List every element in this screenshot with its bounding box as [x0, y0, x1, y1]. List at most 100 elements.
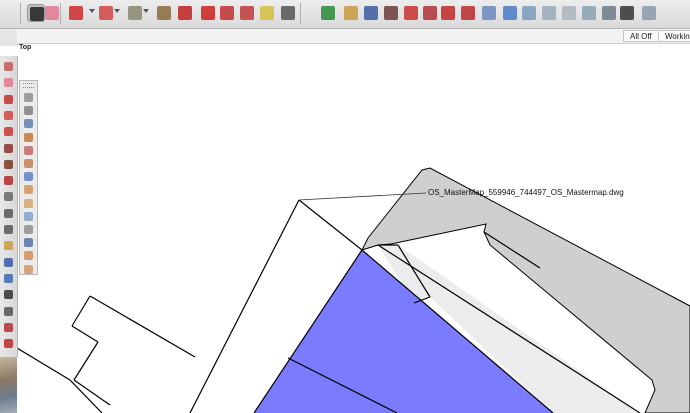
- chevron-down-icon[interactable]: [89, 9, 95, 13]
- follow-me-tool-button[interactable]: [2, 158, 15, 171]
- display-section-tool-button[interactable]: [2, 337, 15, 350]
- styles-tool-button[interactable]: [459, 4, 477, 22]
- chevron-down-icon[interactable]: [143, 9, 149, 13]
- style-textured-tool-button[interactable]: [600, 4, 618, 22]
- smoove-tool-button[interactable]: [22, 210, 35, 223]
- zoom-magnifier-icon: [364, 6, 378, 20]
- zoom-window-tool-button[interactable]: [2, 272, 15, 285]
- select-arrow-icon: [30, 7, 44, 21]
- extension-icon: [441, 6, 455, 20]
- zoom-tool-button[interactable]: [362, 4, 380, 22]
- dimension-tool-button[interactable]: [22, 91, 35, 104]
- style-shaded-tool-button[interactable]: [580, 4, 598, 22]
- paint-icon: [24, 145, 33, 155]
- scene-tabs-bar: All Off Working: [17, 29, 690, 44]
- offset-tool-button[interactable]: [176, 4, 194, 22]
- offset-tool-button[interactable]: [2, 174, 15, 187]
- add-detail-tool-button[interactable]: [22, 236, 35, 249]
- chevron-down-icon[interactable]: [114, 9, 120, 13]
- rectangle-tool-button[interactable]: [126, 4, 144, 22]
- paint-bucket-icon: [4, 62, 13, 71]
- terrain-tool-button[interactable]: [22, 170, 35, 183]
- grid-tool-button[interactable]: [22, 249, 35, 262]
- contour-tool-button[interactable]: [22, 263, 35, 276]
- look-around-tool-button[interactable]: [2, 305, 15, 318]
- zoom-magnifier-icon: [4, 257, 13, 267]
- axes-icon: [24, 119, 33, 129]
- line-tool-button[interactable]: [67, 4, 85, 22]
- axes-tool-button[interactable]: [22, 117, 35, 130]
- material-tool-button[interactable]: [22, 131, 35, 144]
- pan-tool-button[interactable]: [2, 239, 15, 252]
- style-hidden-line-tool-button[interactable]: [560, 4, 578, 22]
- walk-tool-button[interactable]: [2, 288, 15, 301]
- section-plane-tool-button[interactable]: [2, 321, 15, 334]
- toolbar-separator: [20, 3, 21, 24]
- protractor-tool-button[interactable]: [22, 104, 35, 117]
- eraser-icon: [45, 6, 59, 20]
- tape-measure-tool-button[interactable]: [258, 4, 276, 22]
- paint-tool-button[interactable]: [22, 144, 35, 157]
- rotate-tool-button[interactable]: [218, 4, 236, 22]
- eraser-tool-button[interactable]: [43, 4, 61, 22]
- section-tool-button[interactable]: [501, 4, 519, 22]
- follow-me-icon: [4, 159, 13, 169]
- monochrome-cube-icon: [620, 6, 634, 20]
- stamp-tool-button[interactable]: [22, 183, 35, 196]
- eraser-tool-button[interactable]: [2, 76, 15, 89]
- drape-tool-button[interactable]: [22, 197, 35, 210]
- stamp-icon: [24, 185, 33, 195]
- push-pull-tool-button[interactable]: [2, 142, 15, 155]
- pencil-icon: [4, 94, 13, 104]
- add-detail-icon: [24, 238, 33, 248]
- style-wireframe-tool-button[interactable]: [540, 4, 558, 22]
- scale-tool-button[interactable]: [238, 4, 256, 22]
- zoom-extents-tool-button[interactable]: [382, 4, 400, 22]
- wireframe-cube-icon: [542, 6, 556, 20]
- pan-hand-icon: [344, 6, 358, 20]
- offset-icon: [4, 176, 13, 186]
- arc-icon: [4, 110, 13, 120]
- component-label[interactable]: OS_MasterMap_559946_744497_OS_Mastermap.…: [428, 188, 624, 197]
- warehouse-tool-button[interactable]: [421, 4, 439, 22]
- paint-tool-button[interactable]: [2, 223, 15, 236]
- sandbox-icon: [24, 159, 33, 168]
- toolbar-separator: [60, 3, 61, 24]
- move-tool-button[interactable]: [199, 4, 217, 22]
- text-tool-button[interactable]: [279, 4, 297, 22]
- style-xray-tool-button[interactable]: [520, 4, 538, 22]
- extension-tool-button[interactable]: [439, 4, 457, 22]
- style-extra-tool-button[interactable]: [640, 4, 658, 22]
- push-pull-tool-button[interactable]: [155, 4, 173, 22]
- toolbar-corner: [0, 29, 18, 46]
- arc-tool-button[interactable]: [2, 109, 15, 122]
- drawing-viewport[interactable]: [17, 43, 690, 413]
- text-tool-button[interactable]: [2, 207, 15, 220]
- paint-icon: [4, 225, 13, 234]
- arc-tool-button[interactable]: [97, 4, 115, 22]
- orbit-tool-button[interactable]: [319, 4, 337, 22]
- freehand-tool-button[interactable]: [2, 125, 15, 138]
- push-pull-icon: [4, 143, 13, 153]
- zoom-tool-button[interactable]: [2, 256, 15, 269]
- scene-tab-working[interactable]: Working: [658, 30, 690, 42]
- components-tool-button[interactable]: [402, 4, 420, 22]
- paint-bucket-tool-button[interactable]: [2, 60, 15, 73]
- pan-tool-button[interactable]: [342, 4, 360, 22]
- pencil-tool-button[interactable]: [2, 93, 15, 106]
- textured-cube-icon: [602, 6, 616, 20]
- sandbox-tool-button[interactable]: [22, 157, 35, 170]
- tape-measure-icon: [260, 6, 274, 20]
- palette-grip-handle[interactable]: [23, 83, 34, 88]
- footprints-icon: [4, 290, 13, 300]
- rotate-icon: [220, 6, 234, 20]
- drape-icon: [24, 198, 33, 208]
- zoom-extents-icon: [384, 6, 398, 20]
- style-monochrome-tool-button[interactable]: [618, 4, 636, 22]
- flip-edge-tool-button[interactable]: [22, 223, 35, 236]
- share-tool-button[interactable]: [480, 4, 498, 22]
- scene-tab-all-off[interactable]: All Off: [623, 30, 659, 42]
- zoom-window-icon: [4, 273, 13, 283]
- xray-cube-icon: [522, 6, 536, 20]
- measure-tool-button[interactable]: [2, 190, 15, 203]
